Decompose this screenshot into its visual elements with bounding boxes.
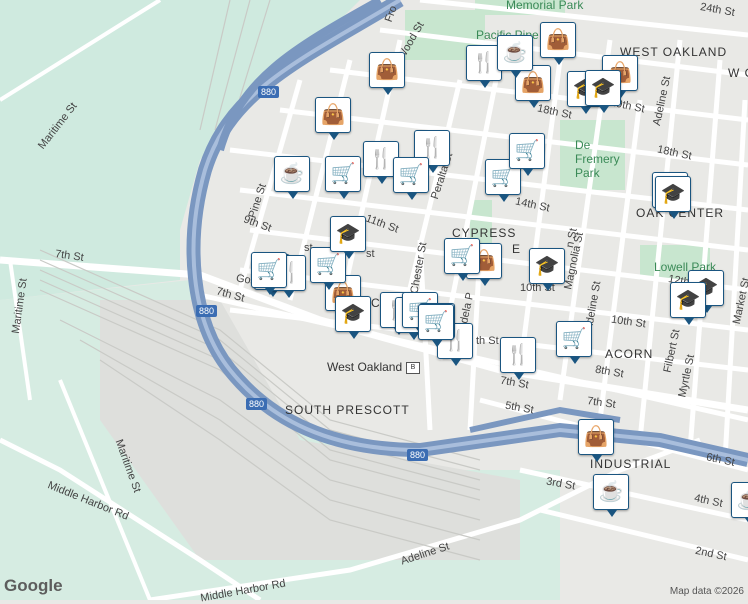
area-industrial: INDUSTRIAL (590, 457, 672, 471)
graduation-cap-icon: 🎓 (675, 289, 701, 311)
school-pin[interactable]: 🎓 (335, 296, 371, 339)
shopping-bag-pin[interactable]: 👜 (369, 52, 405, 95)
cafe-pin[interactable]: ☕ (497, 35, 533, 78)
school-pin[interactable]: 🎓 (330, 216, 366, 259)
shopping-cart-icon: 🛒 (561, 328, 587, 350)
graduation-cap-icon: 🎓 (335, 223, 361, 245)
shopping-cart-icon: 🛒 (398, 164, 424, 186)
fork-knife-icon: 🍴 (505, 344, 531, 366)
bag-icon: 👜 (583, 426, 609, 448)
coffee-cup-icon: ☕ (737, 490, 748, 510)
highway-shield-2: 880 (196, 305, 218, 317)
map-attribution[interactable]: Map data ©2026 (670, 586, 744, 597)
coffee-cup-icon: ☕ (279, 163, 305, 185)
shopping-bag-pin[interactable]: 👜 (578, 419, 614, 462)
school-pin[interactable]: 🎓 (529, 248, 565, 291)
google-logo[interactable]: Google (4, 576, 63, 596)
street-fragment-3: th St (476, 335, 499, 347)
grocery-pin[interactable]: 🛒 (325, 156, 361, 199)
shopping-cart-icon: 🛒 (490, 166, 516, 188)
graduation-cap-icon: 🎓 (534, 255, 560, 277)
highway-shield-1: 880 (258, 86, 280, 98)
shopping-cart-icon: 🛒 (423, 311, 449, 333)
shopping-cart-icon: 🛒 (514, 140, 540, 162)
area-fragment-e: E (512, 242, 522, 256)
school-pin[interactable]: 🎓 (655, 176, 691, 219)
cafe-pin[interactable]: ☕ (593, 474, 629, 517)
grocery-pin[interactable]: 🛒 (444, 238, 480, 281)
fork-knife-icon: 🍴 (419, 137, 445, 159)
park-label-de-fremery: De Fremery Park (575, 138, 620, 180)
bag-icon: 👜 (374, 59, 400, 81)
station-west-oakland[interactable]: West Oakland (327, 360, 402, 374)
grocery-pin[interactable]: 🛒 (418, 304, 454, 347)
coffee-cup-icon: ☕ (502, 42, 528, 64)
grocery-pin[interactable]: 🛒 (509, 133, 545, 176)
bag-icon: 👜 (545, 29, 571, 51)
shopping-cart-icon: 🛒 (330, 163, 356, 185)
fork-knife-icon: 🍴 (471, 52, 497, 74)
shopping-cart-icon: 🛒 (315, 254, 341, 276)
bag-icon: 👜 (320, 104, 346, 126)
area-w-partial: W O (728, 66, 748, 80)
area-south-prescott: SOUTH PRESCOTT (285, 403, 410, 417)
cafe-pin[interactable]: ☕ (731, 482, 748, 525)
school-pin[interactable]: 🎓 (585, 70, 621, 113)
fork-knife-icon: 🍴 (368, 148, 394, 170)
highway-shield-3: 880 (246, 398, 268, 410)
shopping-bag-pin[interactable]: 👜 (315, 97, 351, 140)
bag-icon: 👜 (520, 72, 546, 94)
graduation-cap-icon: 🎓 (660, 183, 686, 205)
park-label-memorial: Memorial Park (506, 0, 584, 12)
shopping-cart-icon: 🛒 (449, 245, 475, 267)
transit-station-icon: B (406, 362, 420, 374)
shopping-bag-pin[interactable]: 👜 (540, 22, 576, 65)
graduation-cap-icon: 🎓 (340, 303, 366, 325)
graduation-cap-icon: 🎓 (590, 77, 616, 99)
cafe-pin[interactable]: ☕ (274, 156, 310, 199)
restaurant-pin[interactable]: 🍴 (500, 337, 536, 380)
grocery-pin[interactable]: 🛒 (251, 252, 287, 295)
shopping-cart-icon: 🛒 (256, 259, 282, 281)
grocery-pin[interactable]: 🛒 (556, 321, 592, 364)
school-pin[interactable]: 🎓 (670, 282, 706, 325)
street-fragment-2: st (366, 248, 375, 260)
grocery-pin[interactable]: 🛒 (310, 247, 346, 290)
grocery-pin[interactable]: 🛒 (393, 157, 429, 200)
highway-shield-4: 880 (407, 449, 429, 461)
area-acorn: ACORN (605, 347, 654, 361)
coffee-cup-icon: ☕ (598, 481, 624, 503)
